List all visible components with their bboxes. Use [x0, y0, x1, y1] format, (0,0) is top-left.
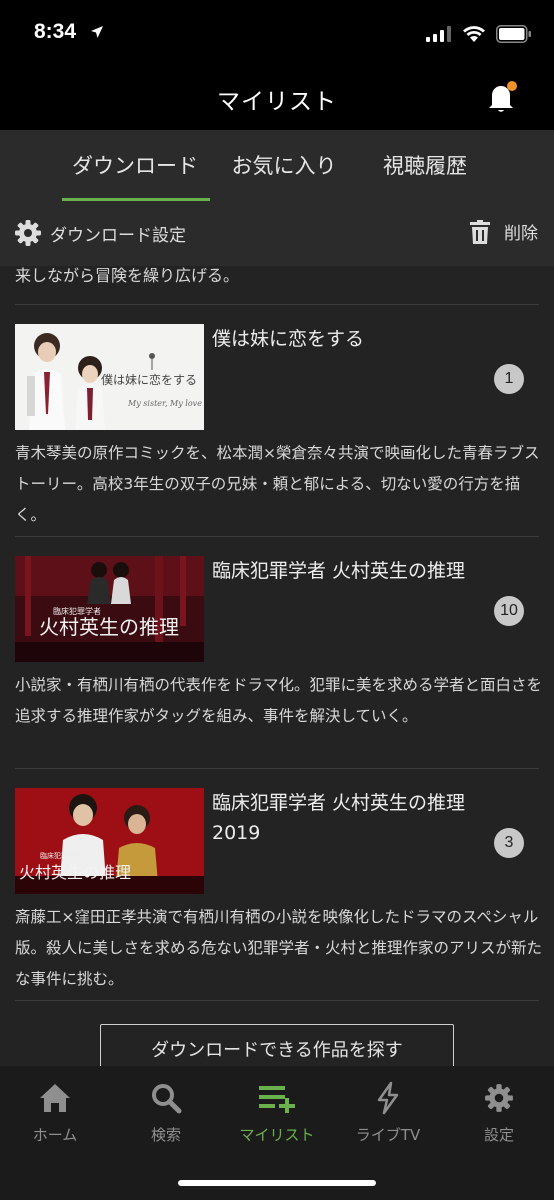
thumb-title: 火村英生の推理 — [39, 615, 179, 639]
find-downloadable-button[interactable]: ダウンロードできる作品を探す — [100, 1024, 454, 1066]
tab-bar: ダウンロード お気に入り 視聴履歴 — [0, 130, 554, 202]
status-bar: 8:34 — [0, 0, 554, 66]
tab-download[interactable]: ダウンロード — [60, 130, 210, 202]
nav-search-label: 検索 — [150, 1126, 181, 1144]
download-list[interactable]: 来しながら冒険を繰り広げる。 僕は妹に恋をする My sister, My lo… — [0, 266, 554, 1066]
thumb-subtitle: 臨床犯罪学者 — [40, 851, 82, 860]
cellular-signal-icon — [426, 26, 451, 42]
nav-livetv-label: ライブTV — [355, 1126, 421, 1144]
tab-history[interactable]: 視聴履歴 — [370, 130, 480, 202]
item-description: 青木琴美の原作コミックを、松本潤×榮倉奈々共演で映画化した青春ラブストーリー。高… — [15, 444, 540, 524]
nav-home[interactable]: ホーム — [0, 1080, 110, 1145]
lightning-icon — [377, 1081, 399, 1115]
thumbnail: 僕は妹に恋をする My sister, My love — [15, 324, 204, 430]
gear-icon — [15, 220, 41, 246]
episode-count-badge: 3 — [494, 828, 524, 858]
delete-label: 削除 — [504, 224, 538, 244]
list-item[interactable]: 臨床犯罪学者 火村英生の推理 臨床犯罪学者 火村英生の推理 10 小説家・有栖川… — [0, 556, 554, 756]
download-settings-button[interactable]: ダウンロード設定 — [14, 219, 186, 247]
thumbnail: 臨床犯罪学者 火村英生の推理 — [15, 788, 204, 894]
active-tab-indicator — [62, 198, 210, 201]
search-icon — [152, 1084, 182, 1114]
nav-search[interactable]: 検索 — [111, 1080, 221, 1145]
wifi-icon — [463, 26, 485, 42]
list-item[interactable]: 僕は妹に恋をする My sister, My love 僕は妹に恋をする 1 青… — [0, 324, 554, 524]
nav-mylist-label: マイリスト — [239, 1126, 315, 1144]
home-icon — [40, 1084, 70, 1112]
episode-count-badge: 1 — [494, 364, 524, 394]
item-title: 臨床犯罪学者 火村英生の推理 — [212, 560, 466, 582]
notification-button[interactable] — [486, 80, 518, 114]
download-toolbar: ダウンロード設定 削除 — [0, 202, 554, 266]
nav-mylist[interactable]: マイリスト — [222, 1080, 332, 1145]
thumb-title: 火村英生の推理 — [19, 863, 131, 882]
divider — [15, 768, 539, 769]
list-item[interactable]: 臨床犯罪学者 火村英生の推理 臨床犯罪学者 火村英生の推理 2019 3 斎藤工… — [0, 788, 554, 988]
gear-icon — [485, 1084, 513, 1112]
nav-settings-label: 設定 — [483, 1126, 514, 1144]
divider — [15, 1000, 539, 1001]
nav-livetv[interactable]: ライブTV — [333, 1080, 443, 1145]
episode-count-badge: 10 — [494, 596, 524, 626]
bell-icon — [489, 81, 517, 112]
notification-dot — [507, 81, 517, 91]
item-description: 斎藤工×窪田正孝共演で有栖川有栖の小説を映像化したドラマのスペシャル版。殺人に美… — [15, 908, 543, 988]
item-description: 小説家・有栖川有栖の代表作をドラマ化。犯罪に美を求める学者と面白さを追求する推理… — [15, 676, 543, 725]
home-indicator — [178, 1180, 376, 1186]
battery-icon — [496, 25, 531, 43]
nav-home-label: ホーム — [32, 1126, 78, 1144]
item-title: 臨床犯罪学者 火村英生の推理 2019 — [212, 792, 466, 844]
thumbnail: 臨床犯罪学者 火村英生の推理 — [15, 556, 204, 662]
page-title: マイリスト — [217, 89, 337, 115]
item-title: 僕は妹に恋をする — [212, 328, 365, 350]
download-settings-label: ダウンロード設定 — [50, 225, 186, 246]
app-header: マイリスト — [0, 66, 554, 130]
playlist-add-icon — [259, 1086, 295, 1113]
divider — [15, 304, 539, 305]
thumb-subtitle: My sister, My love — [127, 399, 202, 408]
previous-item-description: 来しながら冒険を繰り広げる。 — [15, 266, 240, 285]
status-time: 8:34 — [34, 20, 77, 43]
tab-favorites[interactable]: お気に入り — [224, 130, 344, 202]
nav-settings[interactable]: 設定 — [444, 1080, 554, 1145]
location-arrow-icon — [91, 26, 103, 38]
trash-icon — [470, 219, 490, 244]
delete-button[interactable]: 削除 — [470, 219, 538, 244]
divider — [15, 536, 539, 537]
thumb-title: 僕は妹に恋をする — [101, 372, 197, 387]
